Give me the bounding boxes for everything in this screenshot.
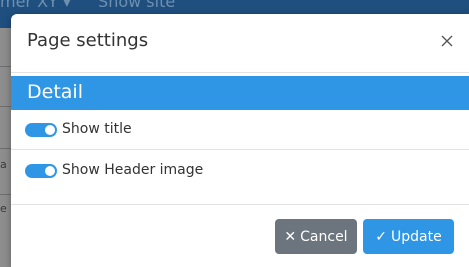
show-header-image-label: Show Header image	[62, 162, 204, 178]
update-button-label: Update	[391, 228, 442, 245]
check-icon: ✓	[375, 228, 388, 245]
background-edge-label: a	[0, 158, 7, 171]
background-topbar-text: mer XY ▾ Show site	[0, 0, 175, 11]
modal-header: Page settings	[11, 14, 469, 73]
detail-section-header: Detail	[11, 76, 469, 110]
cancel-button[interactable]: ✕ Cancel	[275, 219, 357, 254]
page-settings-modal: Page settings Detail Show title Show Hea…	[11, 14, 469, 267]
cancel-button-label: Cancel	[300, 228, 348, 245]
background-edge-label: e	[0, 202, 7, 215]
background-show-site-link: Show site	[98, 0, 176, 11]
modal-title: Page settings	[27, 30, 149, 51]
option-row-show-title: Show title	[11, 110, 469, 150]
update-button[interactable]: ✓ Update	[363, 219, 454, 254]
section-title: Detail	[27, 81, 83, 103]
toggle-knob	[45, 166, 55, 176]
close-icon: ✕	[284, 228, 297, 245]
show-header-image-toggle[interactable]	[25, 164, 57, 178]
toggle-knob	[45, 125, 55, 135]
option-row-show-header-image: Show Header image	[11, 151, 469, 191]
footer-divider	[11, 204, 469, 205]
background-user-menu: mer XY ▾	[0, 0, 71, 11]
close-button[interactable]	[437, 31, 457, 51]
close-icon	[441, 35, 453, 47]
show-title-toggle[interactable]	[25, 123, 57, 137]
show-title-label: Show title	[62, 121, 132, 137]
